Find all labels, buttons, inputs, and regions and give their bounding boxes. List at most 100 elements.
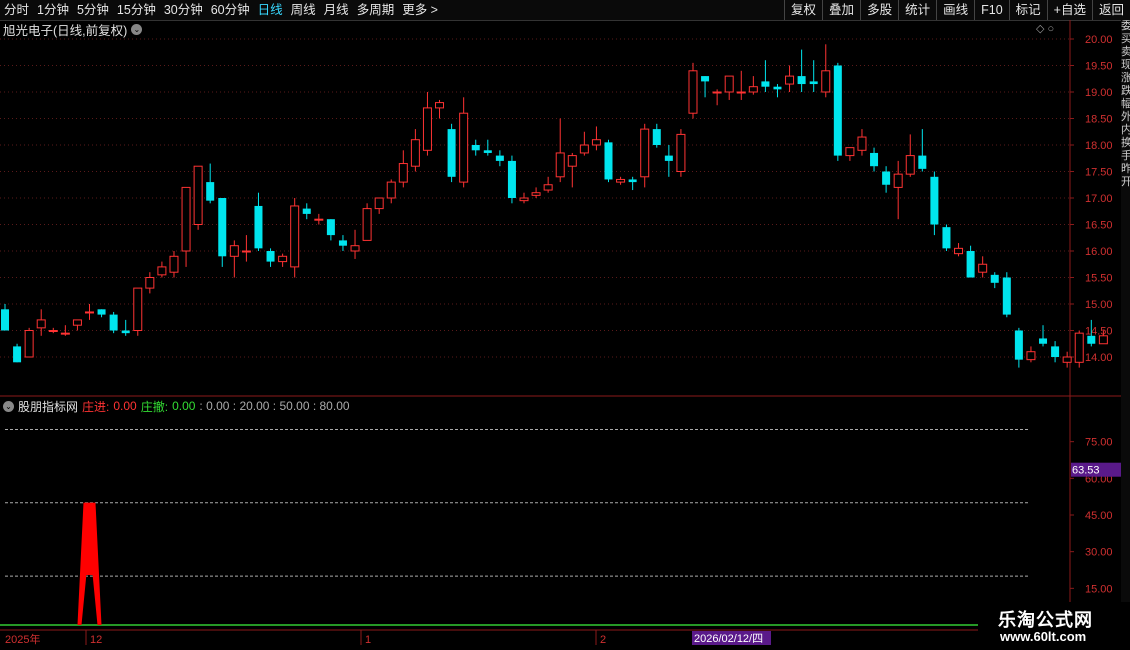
side-label-1: 买 [1121,33,1130,45]
candle-body-up [579,144,589,154]
candle-body-up [1026,351,1036,361]
candle-body-up [1074,332,1084,363]
candle-body-up [712,91,722,94]
candle-body-up [435,102,445,109]
candle-body-up [169,255,179,273]
candle-body-up [567,155,577,167]
candle-body-up [84,311,94,314]
price-axis-label: 19.00 [1085,87,1113,99]
price-axis-label: 20.00 [1085,34,1113,46]
candle-body-up [410,139,420,167]
time-axis-month: 12 [90,634,102,646]
candle-body-up [181,186,191,252]
candle-body-down [13,346,22,363]
candle-body-down [942,227,951,249]
candle-body-down [97,309,106,315]
candle-body-down [471,145,480,151]
candle-body-up [688,70,698,114]
candle-body-up [724,75,734,93]
candle-body-down [495,155,504,161]
candle-body-down [628,179,637,183]
side-quote-panel: 委买卖现涨跌幅外内换手昨开 [1121,20,1130,620]
cursor-date-text: 2026/02/12/四 [694,633,763,645]
candle-body-down [1087,335,1096,344]
candle-body-up [640,128,650,178]
price-axis-label: 17.50 [1085,167,1113,179]
candle-body-up [893,173,903,188]
side-label-0: 委 [1121,20,1130,32]
candle-body-down [1002,277,1011,315]
candle-body-down [326,219,335,236]
zhuangsan-label: 庄撤: [140,399,169,414]
candle-body-down [809,81,818,85]
candle-body-down [833,65,842,156]
indicator-axis-label: 15.00 [1085,583,1113,595]
candle-body-up [736,91,746,94]
candle-body-up [157,266,167,276]
candle-body-up [133,287,143,332]
side-label-3: 现 [1121,59,1130,71]
indicator-header: ⌄ 股朋指标网 庄进: 0.00 庄撤: 0.00 : 0.00 : 20.00… [3,398,350,414]
price-axis-label: 16.00 [1085,246,1113,258]
candle-body-up [72,319,82,326]
indicator-name[interactable]: 股朋指标网 [18,398,78,415]
indicator-params: : 0.00 : 20.00 : 50.00 : 80.00 [199,399,350,413]
candle-body-up [591,139,601,146]
candle-body-down [930,176,939,225]
price-axis-label: 14.00 [1085,352,1113,364]
candle-body-down [664,155,673,161]
side-label-4: 涨 [1121,72,1130,84]
candle-body-up [278,255,288,263]
price-axis-label: 18.50 [1085,114,1113,126]
candle-body-down [121,330,130,334]
candle-body-up [978,263,988,273]
candle-body-up [48,330,58,332]
side-label-12: 开 [1121,176,1130,188]
chevron-down-icon-indicator[interactable]: ⌄ [3,400,14,412]
candle-body-up [905,155,915,175]
candle-body-down [773,86,782,90]
candle-body-down [338,240,347,246]
candle-body-up [36,319,46,329]
candle-body-up [398,163,408,183]
candle-body-down [966,251,975,278]
candle-body-down [870,152,879,167]
candle-body-down [254,205,263,249]
time-axis-month: 2 [600,634,606,646]
indicator-axis-label: 30.00 [1085,547,1113,559]
candle-body-down [604,142,613,180]
zhuangjin-signal-core [83,502,96,575]
zhuangjin-value: 0.00 [113,399,137,413]
side-label-10: 手 [1121,150,1130,162]
candle-body-up [24,330,34,358]
side-label-11: 昨 [1121,163,1130,175]
candle-body-down [483,150,492,153]
candle-body-down [797,76,806,85]
candle-body-down [1051,346,1060,357]
candle-body-up [459,112,469,183]
candle-body-up [193,165,203,225]
side-label-2: 卖 [1121,46,1130,58]
candle-body-down [1039,338,1048,344]
price-axis-label: 18.00 [1085,140,1113,152]
candle-body-up [374,197,384,210]
candle-body-up [290,205,300,268]
price-axis-label: 16.50 [1085,220,1113,232]
candle-body-up [362,208,372,241]
candle-body-up [1062,356,1072,363]
side-label-7: 外 [1121,111,1130,123]
candle-body-down [218,198,227,257]
price-axis-label: 15.00 [1085,299,1113,311]
candle-body-down [1014,330,1023,360]
candle-body-down [507,160,516,198]
candle-body-down [761,81,770,87]
price-axis-label: 15.50 [1085,273,1113,285]
candle-body-up [531,192,541,196]
candle-body-down [652,129,661,145]
candle-body-down [447,129,456,177]
candle-body-up [954,247,964,255]
side-label-8: 内 [1121,124,1130,136]
zhuangjin-label: 庄进: [82,399,110,414]
indicator-axis-label: 75.00 [1085,437,1113,449]
candle-body-down [918,155,927,169]
